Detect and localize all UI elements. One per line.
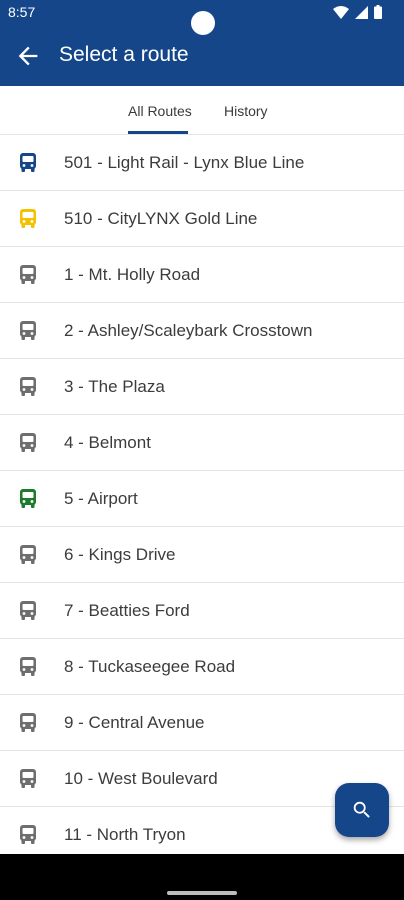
route-item[interactable]: 1 - Mt. Holly Road [0, 247, 404, 303]
camera-cutout [191, 11, 215, 35]
bus-icon [20, 209, 36, 228]
route-item[interactable]: 8 - Tuckaseegee Road [0, 639, 404, 695]
route-label: 5 - Airport [64, 489, 138, 508]
route-list: 501 - Light Rail - Lynx Blue Line 510 - C… [0, 135, 404, 854]
home-gesture-bar[interactable] [167, 891, 237, 895]
battery-icon [374, 5, 382, 19]
tab-all-routes[interactable]: All Routes [128, 103, 192, 119]
status-time: 8:57 [8, 4, 36, 20]
route-item[interactable]: 9 - Central Avenue [0, 695, 404, 751]
route-item[interactable]: 4 - Belmont [0, 415, 404, 471]
route-label: 10 - West Boulevard [64, 769, 218, 788]
bus-icon [20, 769, 36, 788]
wifi-icon [333, 5, 349, 19]
bus-icon [20, 657, 36, 676]
bus-icon [20, 545, 36, 564]
search-icon [353, 801, 370, 818]
bus-icon [20, 825, 36, 844]
arrow-back-icon [18, 46, 38, 66]
route-label: 7 - Beatties Ford [64, 601, 190, 620]
route-item[interactable]: 6 - Kings Drive [0, 527, 404, 583]
bus-icon [20, 321, 36, 340]
bus-icon [20, 601, 36, 620]
status-icons [333, 5, 382, 19]
route-item[interactable]: 510 - CityLYNX Gold Line [0, 191, 404, 247]
route-item[interactable]: 3 - The Plaza [0, 359, 404, 415]
route-item[interactable]: 5 - Airport [0, 471, 404, 527]
tab-history[interactable]: History [224, 103, 268, 119]
bus-icon [20, 489, 36, 508]
page-title: Select a route [59, 43, 189, 66]
route-item[interactable]: 7 - Beatties Ford [0, 583, 404, 639]
search-button[interactable] [335, 783, 389, 837]
route-label: 11 - North Tryon [64, 825, 186, 844]
tab-bar: All Routes History [0, 86, 404, 135]
route-label: 8 - Tuckaseegee Road [64, 657, 236, 676]
route-label: 9 - Central Avenue [64, 713, 205, 732]
back-button[interactable] [14, 42, 42, 70]
route-label: 2 - Ashley/Scaleybark Crosstown [64, 321, 313, 340]
bus-icon [20, 713, 36, 732]
bus-icon [20, 265, 36, 284]
route-label: 501 - Light Rail - Lynx Blue Line [64, 153, 305, 172]
signal-icon [355, 5, 368, 19]
bus-icon [20, 377, 36, 396]
tab-indicator [128, 131, 188, 134]
route-item[interactable]: 501 - Light Rail - Lynx Blue Line [0, 135, 404, 191]
route-label: 510 - CityLYNX Gold Line [64, 209, 258, 228]
navigation-bar [0, 854, 404, 900]
route-item[interactable]: 2 - Ashley/Scaleybark Crosstown [0, 303, 404, 359]
bus-icon [20, 153, 36, 172]
route-label: 3 - The Plaza [64, 377, 165, 396]
route-label: 4 - Belmont [64, 433, 151, 452]
route-label: 1 - Mt. Holly Road [64, 265, 201, 284]
bus-icon [20, 433, 36, 452]
route-label: 6 - Kings Drive [64, 545, 176, 564]
